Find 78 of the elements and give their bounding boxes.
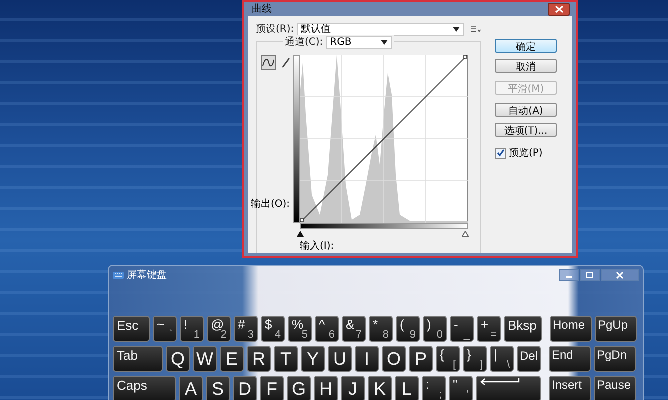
preset-dropdown[interactable]: 默认值	[297, 22, 464, 36]
maximize-icon	[586, 272, 594, 278]
keyboard-key[interactable]: # 3	[234, 316, 258, 342]
keyboard-key[interactable]: Del	[517, 346, 541, 372]
input-label: 输入(I):	[300, 240, 336, 253]
keyboard-key[interactable]: | \	[490, 346, 514, 372]
keyboard-icon	[113, 272, 124, 278]
keyboard-key[interactable]: : ;	[422, 376, 446, 400]
keyboard-key[interactable]: D	[233, 376, 257, 400]
keyboard-key[interactable]: PgUp	[595, 316, 637, 342]
close-button[interactable]	[601, 269, 639, 281]
dialog-button[interactable]: 取消	[495, 59, 557, 73]
keyboard-key[interactable]: End	[549, 346, 591, 372]
enter-arrow-icon	[480, 378, 520, 386]
close-icon	[554, 6, 564, 12]
keyboard-key[interactable]: F	[260, 376, 284, 400]
curve-tool-icon[interactable]	[261, 55, 276, 70]
dialog-button[interactable]: 选项(T)...	[495, 123, 557, 137]
channel-dropdown[interactable]: RGB	[326, 36, 392, 48]
channel-label: 通道(C):	[285, 36, 324, 49]
window-title: 曲线	[251, 2, 272, 16]
highlight-slider-icon[interactable]	[462, 231, 469, 237]
dropdown-caret-icon	[453, 26, 460, 32]
shadow-slider-icon[interactable]	[297, 231, 304, 237]
checkbox-icon[interactable]	[495, 148, 506, 158]
keyboard-key[interactable]: { [	[436, 346, 460, 372]
keyboard-key[interactable]: & 7	[342, 316, 366, 342]
keyboard-key[interactable]: E	[220, 346, 244, 372]
keyboard-key[interactable]: ( 9	[396, 316, 420, 342]
maximize-button[interactable]	[580, 269, 600, 281]
keyboard-key[interactable]: J	[341, 376, 365, 400]
keyboard-key[interactable]: " '	[449, 376, 473, 400]
keyboard-key[interactable]: PgDn	[594, 346, 636, 372]
output-label: 输出(O):	[251, 198, 290, 211]
keyboard-key[interactable]: Bksp	[504, 316, 542, 342]
dialog-button[interactable]: 自动(A)	[495, 103, 557, 117]
preview-checkbox[interactable]: 预览(P)	[495, 146, 557, 160]
keyboard-key[interactable]: H	[314, 376, 338, 400]
keyboard-key[interactable]: $ 4	[261, 316, 285, 342]
keyboard-key[interactable]: } ]	[463, 346, 487, 372]
keyboard-key[interactable]: O	[382, 346, 406, 372]
dropdown-caret-icon	[381, 40, 388, 44]
keyboard-key[interactable]: Y	[301, 346, 325, 372]
keyboard-key[interactable]: R	[247, 346, 271, 372]
keyboard-key[interactable]: Tab	[113, 346, 163, 372]
keyboard-key[interactable]: ) 0	[423, 316, 447, 342]
keyboard-key[interactable]: U	[328, 346, 352, 372]
keyboard-key[interactable]: G	[287, 376, 311, 400]
keyboard-key[interactable]: Q	[166, 346, 190, 372]
minimize-button[interactable]	[559, 269, 579, 281]
keyboard-key[interactable]	[476, 376, 541, 400]
keyboard-key[interactable]: L	[395, 376, 419, 400]
keyboard-key[interactable]: ^ 6	[315, 316, 339, 342]
keyboard-key[interactable]: P	[409, 346, 433, 372]
preset-label: 预设(R):	[256, 23, 294, 36]
keyboard-key[interactable]: Pause	[594, 376, 636, 400]
list-menu-icon[interactable]	[471, 24, 481, 34]
keyboard-key[interactable]: ~ `	[153, 316, 177, 342]
keyboard-key[interactable]: S	[206, 376, 230, 400]
keyboard-key[interactable]: A	[179, 376, 203, 400]
dialog-button[interactable]: 确定	[495, 39, 557, 53]
window-title: 屏幕键盘	[127, 268, 167, 282]
keyboard-key[interactable]: + =	[477, 316, 501, 342]
keyboard-key[interactable]: K	[368, 376, 392, 400]
keyboard-key[interactable]: I	[355, 346, 379, 372]
keyboard-key[interactable]: Home	[550, 316, 592, 342]
keyboard-key[interactable]: W	[193, 346, 217, 372]
keyboard-key[interactable]: Caps	[113, 376, 176, 400]
keyboard-key[interactable]: Insert	[549, 376, 591, 400]
keyboard-key[interactable]: - _	[450, 316, 474, 342]
keyboard-key[interactable]: % 5	[288, 316, 312, 342]
keyboard-key[interactable]: Esc	[113, 316, 150, 342]
keyboard-key[interactable]: ! 1	[180, 316, 204, 342]
close-icon	[616, 272, 624, 278]
close-button[interactable]	[548, 2, 570, 16]
keyboard-key[interactable]: * 8	[369, 316, 393, 342]
keyboard-key[interactable]: @ 2	[207, 316, 231, 342]
keyboard-key[interactable]: T	[274, 346, 298, 372]
